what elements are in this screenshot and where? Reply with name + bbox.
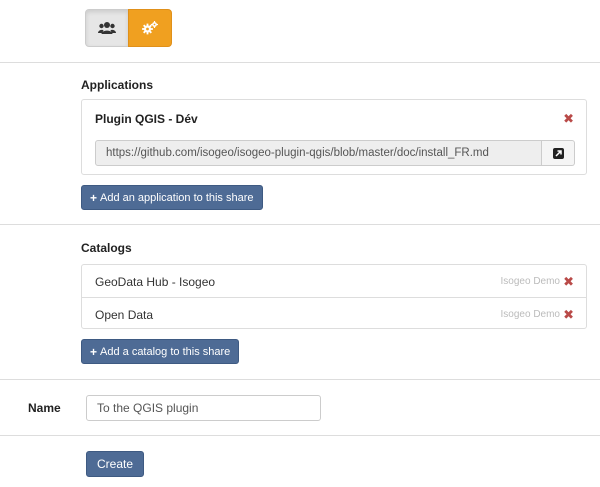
application-name: Plugin QGIS - Dév [95,112,198,126]
remove-catalog-icon[interactable]: ✖ [563,308,574,321]
share-name-field[interactable] [86,395,321,421]
applications-toggle-button[interactable] [128,9,172,47]
plus-icon: + [90,190,98,205]
open-url-button[interactable] [542,140,575,166]
catalog-item: Open Data Isogeo Demo ✖ [82,297,586,329]
users-toggle-button[interactable] [85,9,129,47]
divider [0,224,600,225]
catalog-item: GeoData Hub - Isogeo Isogeo Demo ✖ [82,265,586,297]
add-application-button[interactable]: + Add an application to this share [81,185,263,210]
external-link-icon [552,147,564,159]
remove-catalog-icon[interactable]: ✖ [563,275,574,288]
catalog-name: Open Data [95,308,154,322]
name-label: Name [28,401,61,415]
catalogs-heading: Catalogs [81,241,132,255]
catalog-name: GeoData Hub - Isogeo [95,275,216,289]
remove-application-icon[interactable]: ✖ [563,112,574,125]
divider [0,379,600,380]
application-url-field[interactable] [95,140,542,166]
divider [0,62,600,63]
catalog-owner: Isogeo Demo [500,276,560,287]
applications-heading: Applications [81,78,154,92]
application-card: Plugin QGIS - Dév ✖ [81,99,587,175]
create-button[interactable]: Create [86,451,145,477]
gears-icon [142,21,158,35]
add-catalog-label: Add a catalog to this share [100,345,231,358]
application-url-group [95,140,575,166]
divider [0,435,600,436]
plus-icon: + [90,344,98,359]
catalog-list: GeoData Hub - Isogeo Isogeo Demo ✖ Open … [81,264,587,329]
users-icon [98,22,116,34]
share-type-toggle [85,9,172,47]
add-catalog-button[interactable]: + Add a catalog to this share [81,339,240,364]
add-application-label: Add an application to this share [100,191,254,204]
catalog-owner: Isogeo Demo [500,309,560,320]
